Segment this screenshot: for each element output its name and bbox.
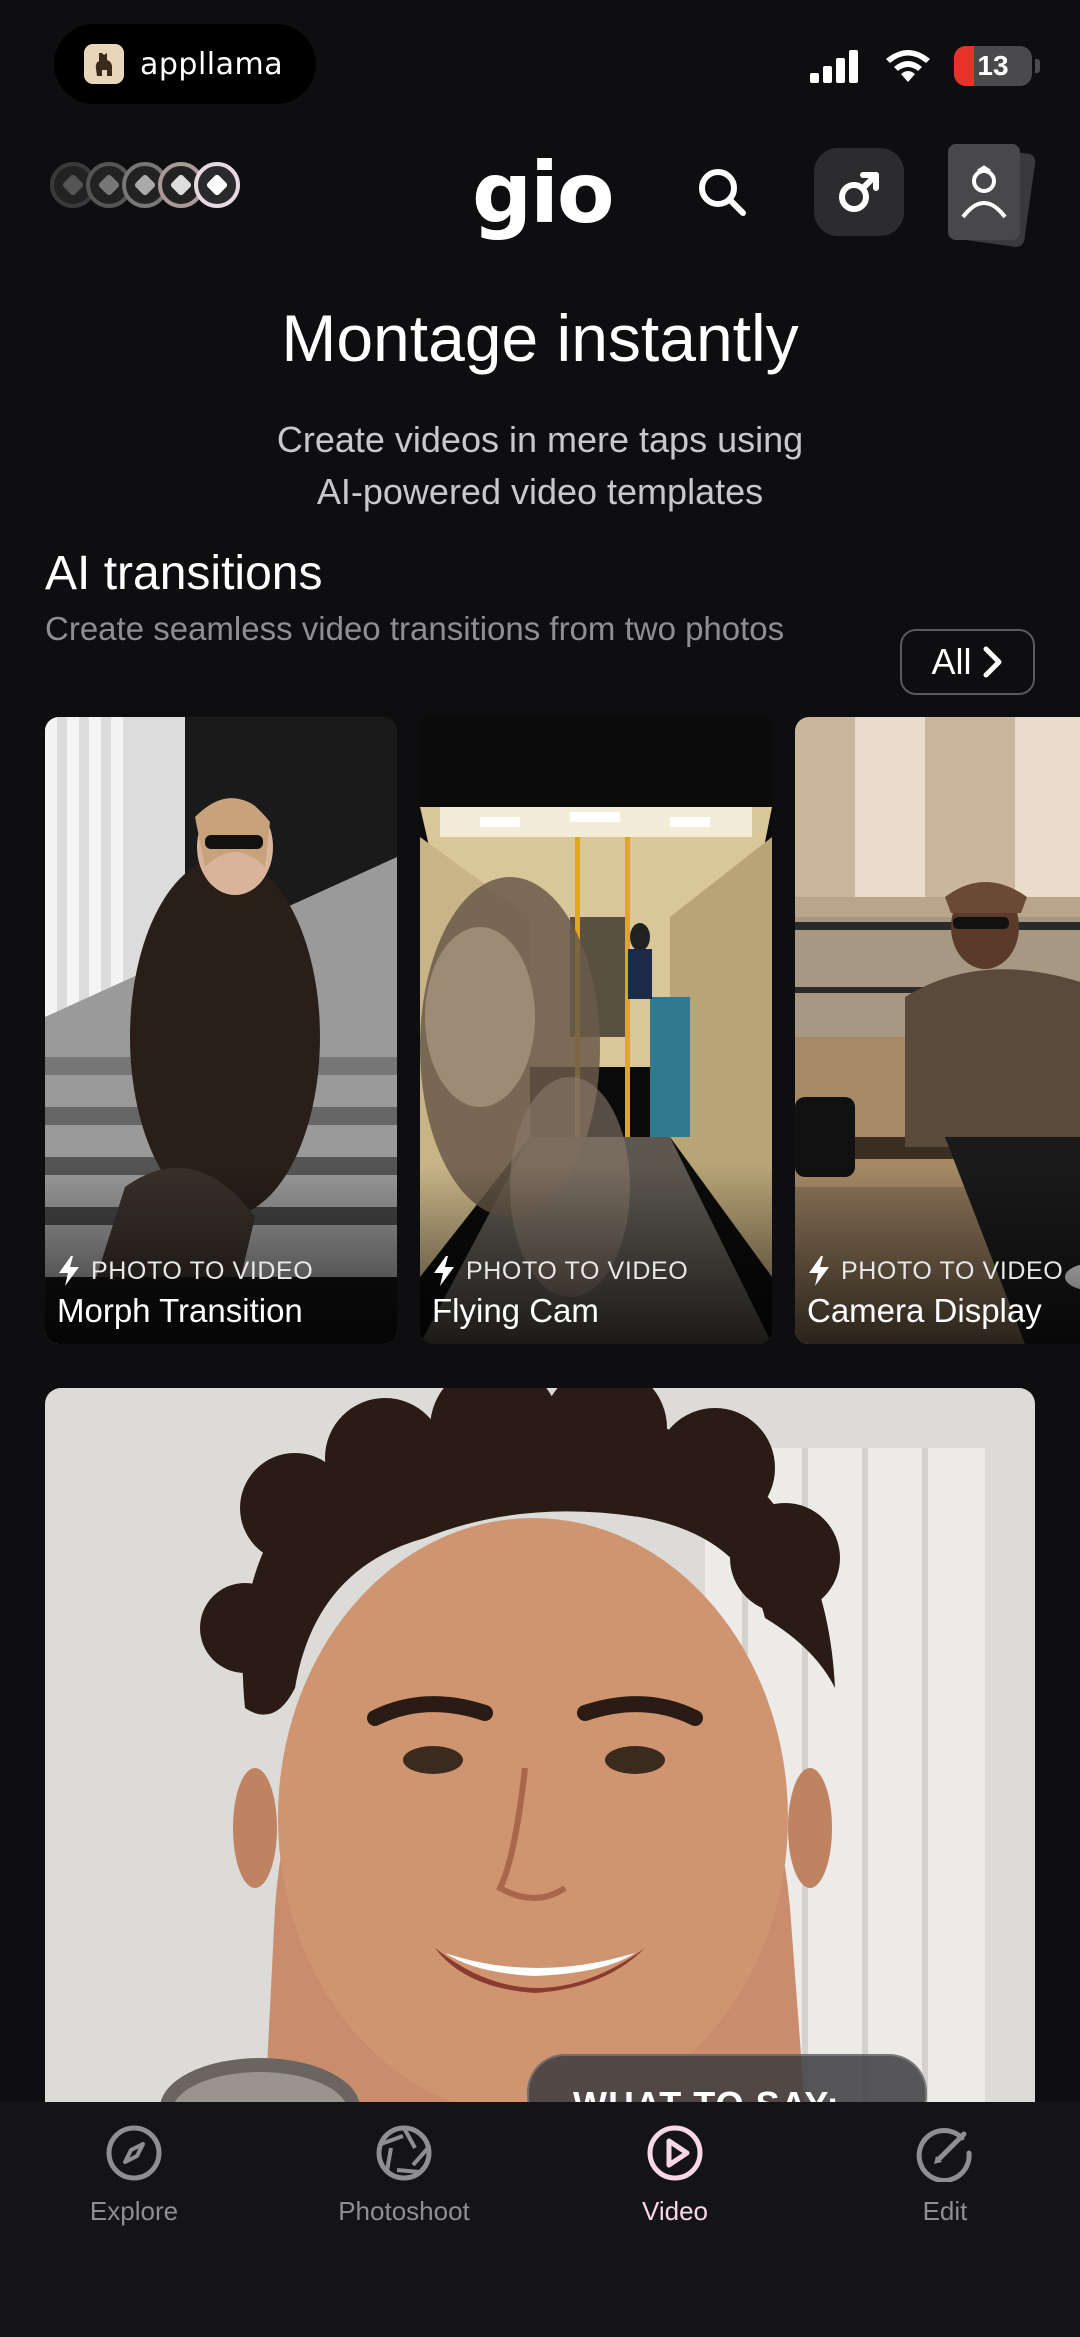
see-all-label: All bbox=[931, 641, 972, 682]
compass-icon bbox=[106, 2125, 162, 2181]
see-all-button[interactable]: All bbox=[900, 629, 1035, 695]
hero-subtitle-line: AI-powered video templates bbox=[316, 471, 764, 512]
profile-button[interactable] bbox=[948, 144, 1037, 248]
lightning-icon bbox=[809, 1256, 829, 1286]
tab-photoshoot[interactable]: Photoshoot bbox=[304, 2124, 504, 2227]
wifi-icon bbox=[886, 50, 930, 82]
hero-subtitle-line: Create videos in mere taps using bbox=[276, 419, 804, 460]
play-circle-icon bbox=[647, 2125, 703, 2181]
lightning-icon bbox=[434, 1256, 454, 1286]
screen: appllama 13 gio Montage instantly Create… bbox=[0, 0, 1080, 2337]
screen-recorder-pill: appllama bbox=[54, 24, 316, 104]
card-tag: PHOTO TO VIDEO bbox=[807, 1256, 1063, 1286]
section-title: AI transitions bbox=[45, 547, 323, 600]
template-card-flying-cam[interactable]: PHOTO TO VIDEO Flying Cam bbox=[420, 717, 772, 1344]
tab-video[interactable]: Video bbox=[575, 2124, 775, 2227]
hero-subtitle: Create videos in mere taps using AI-powe… bbox=[0, 414, 1080, 518]
template-card-camera-display[interactable]: PHOTO TO VIDEO Camera Display bbox=[795, 717, 1080, 1344]
app-logo: gio bbox=[472, 144, 615, 242]
male-gender-icon bbox=[839, 172, 879, 212]
card-tag-label: PHOTO TO VIDEO bbox=[91, 1256, 314, 1285]
card-tag-label: PHOTO TO VIDEO bbox=[466, 1256, 689, 1285]
avatar bbox=[194, 162, 240, 208]
edit-circle-icon bbox=[916, 2127, 972, 2182]
app-header: gio bbox=[0, 140, 1080, 250]
profile-icon bbox=[948, 144, 1020, 240]
section-subtitle: Create seamless video transitions from t… bbox=[45, 610, 785, 647]
lightning-icon bbox=[59, 1256, 79, 1286]
llama-logo-icon bbox=[84, 44, 124, 84]
bottom-tab-bar: Explore Photoshoot Video Edit bbox=[0, 2102, 1080, 2337]
avatar-stack-icon[interactable] bbox=[50, 162, 240, 208]
card-title: Camera Display bbox=[807, 1292, 1042, 1329]
gender-toggle-button[interactable] bbox=[814, 148, 904, 236]
feature-video-card[interactable]: WHAT TO SAY: bbox=[45, 1388, 1035, 2108]
signal-icon bbox=[810, 50, 858, 83]
status-icons: 13 bbox=[810, 46, 1040, 86]
aperture-icon bbox=[376, 2125, 432, 2181]
feature-overlay-pill: WHAT TO SAY: bbox=[527, 2054, 927, 2108]
card-title: Morph Transition bbox=[57, 1292, 303, 1329]
chevron-right-icon bbox=[983, 646, 1001, 678]
tab-label: Explore bbox=[89, 2196, 179, 2226]
transitions-carousel[interactable]: PHOTO TO VIDEO Morph Transition PHOTO TO… bbox=[45, 717, 1080, 1344]
battery-fill bbox=[954, 46, 974, 86]
overlay-app-name: appllama bbox=[140, 46, 284, 82]
tab-label: Edit bbox=[922, 2196, 968, 2226]
search-button[interactable] bbox=[690, 160, 754, 224]
card-tag: PHOTO TO VIDEO bbox=[432, 1256, 688, 1286]
tab-label: Photoshoot bbox=[338, 2196, 470, 2226]
search-icon bbox=[699, 169, 746, 216]
tab-explore[interactable]: Explore bbox=[34, 2124, 234, 2227]
feature-thumbnail bbox=[45, 1388, 1035, 2108]
template-card-morph-transition[interactable]: PHOTO TO VIDEO Morph Transition bbox=[45, 717, 397, 1344]
tab-edit[interactable]: Edit bbox=[845, 2124, 1045, 2227]
card-tag: PHOTO TO VIDEO bbox=[57, 1256, 313, 1286]
battery-indicator: 13 bbox=[954, 46, 1032, 86]
hero-title: Montage instantly bbox=[281, 301, 799, 375]
card-tag-label: PHOTO TO VIDEO bbox=[841, 1256, 1064, 1285]
battery-tip bbox=[1035, 59, 1040, 73]
tab-label: Video bbox=[641, 2196, 709, 2226]
battery-level: 13 bbox=[977, 50, 1009, 81]
card-title: Flying Cam bbox=[432, 1292, 599, 1329]
